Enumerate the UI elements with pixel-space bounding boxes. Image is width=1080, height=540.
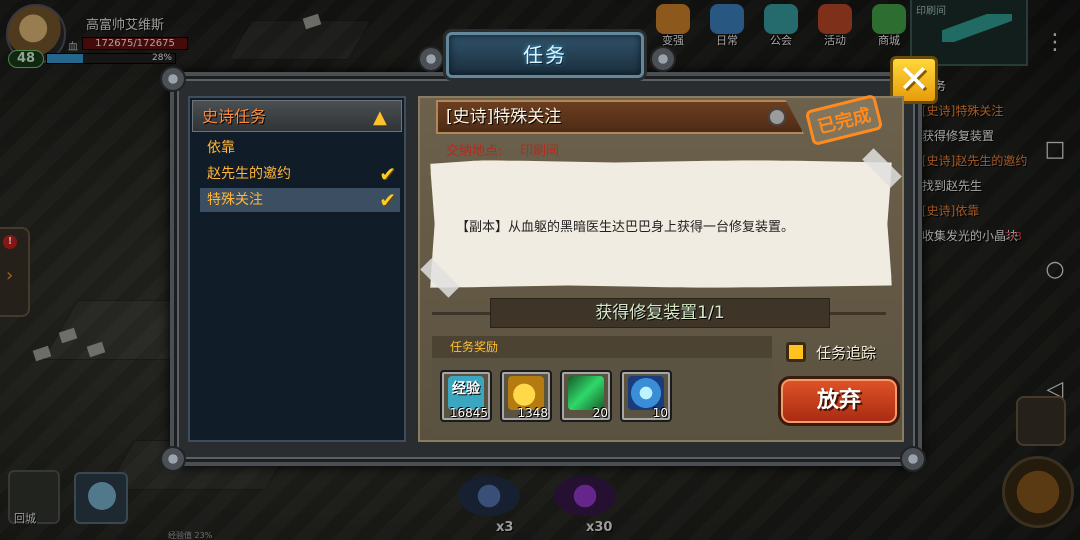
gear-icon	[768, 108, 786, 126]
reward-amount: 1348	[517, 406, 548, 420]
frame-bolt-icon	[900, 446, 926, 472]
quest-item-special-attention[interactable]: 特殊关注 ✔	[200, 188, 400, 212]
track-quest-checkbox[interactable]	[786, 342, 806, 362]
abandon-label: 放弃	[816, 388, 861, 413]
reward-exp[interactable]: 经验 16845	[440, 370, 492, 422]
reward-gold[interactable]: 1348	[500, 370, 552, 422]
exp-word: 经验	[452, 381, 480, 397]
reward-green-crystal[interactable]: 20	[560, 370, 612, 422]
delivery-place: 印刷间	[520, 144, 560, 159]
quest-category-label: 史诗任务	[202, 107, 267, 126]
quest-list-panel: 史诗任务 ▲ 依靠 赵先生的邀约 ✔ 特殊关注 ✔	[188, 96, 406, 442]
frame-bolt-icon	[160, 446, 186, 472]
delivery-label: 交纳地点:	[446, 144, 503, 159]
track-quest-label: 任务追踪	[816, 344, 877, 362]
green-crystal-icon	[568, 376, 604, 410]
chevron-up-icon: ▲	[373, 107, 387, 128]
frame-bolt-icon	[418, 46, 444, 72]
objective-rail	[830, 312, 886, 315]
quest-item-yikao[interactable]: 依靠	[200, 136, 400, 160]
quest-item-label: 特殊关注	[207, 192, 263, 208]
abandon-button[interactable]: 放弃	[778, 376, 900, 426]
dialog-title: 任务	[523, 43, 567, 67]
reward-title: 任务奖励	[450, 340, 499, 354]
quest-item-label: 赵先生的邀约	[207, 166, 291, 182]
blue-crystal-icon	[628, 376, 664, 410]
checkmark-icon: ✔	[379, 162, 396, 186]
quest-category-header[interactable]: 史诗任务 ▲	[192, 100, 402, 132]
reward-amount: 20	[592, 406, 608, 420]
frame-bolt-icon	[650, 46, 676, 72]
frame-bolt-icon	[160, 66, 186, 92]
reward-amount: 10	[652, 406, 668, 420]
reward-blue-crystal[interactable]: 10	[620, 370, 672, 422]
quest-item-label: 依靠	[207, 140, 235, 156]
quest-item-zhao-invite[interactable]: 赵先生的邀约 ✔	[200, 162, 400, 186]
quest-objective: 获得修复装置1/1	[595, 303, 725, 323]
coin-icon	[508, 376, 544, 410]
quest-description: 【副本】从血躯的黑暗医生达巴巴身上获得一台修复装置。	[456, 220, 795, 235]
reward-amount: 16845	[449, 406, 488, 420]
objective-rail	[432, 312, 490, 315]
quest-title: [史诗]特殊关注	[446, 107, 562, 127]
dialog-title-plate: 任务	[446, 32, 644, 78]
checkmark-icon: ✔	[379, 188, 396, 212]
